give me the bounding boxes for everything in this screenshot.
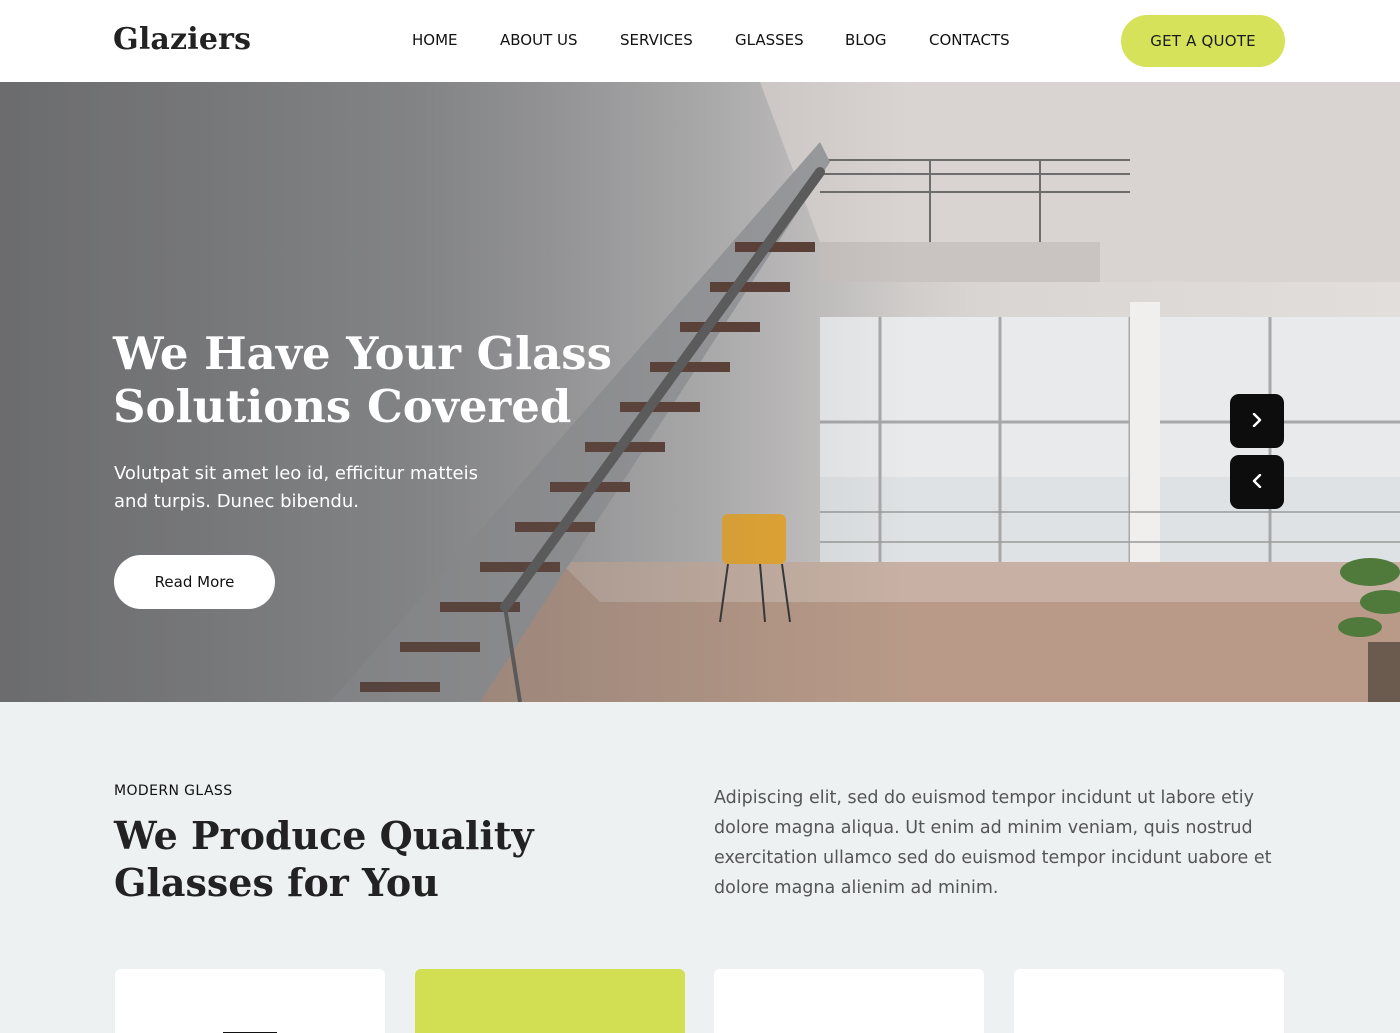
read-more-button[interactable]: Read More <box>114 555 275 609</box>
nav-home[interactable]: HOME <box>412 31 458 49</box>
slider-prev-button[interactable] <box>1230 455 1284 509</box>
section-eyebrow: MODERN GLASS <box>114 783 233 799</box>
get-a-quote-button[interactable]: GET A QUOTE <box>1121 15 1285 67</box>
nav-contacts[interactable]: CONTACTS <box>929 31 1010 49</box>
about-section: MODERN GLASS We Produce Quality Glasses … <box>0 702 1400 1033</box>
nav-glasses[interactable]: GLASSES <box>735 31 804 49</box>
house-glass-icon <box>1141 1027 1157 1033</box>
chevron-right-icon <box>1252 412 1262 431</box>
window-icon <box>223 1027 277 1033</box>
hero-title: We Have Your Glass Solutions Covered <box>113 327 612 433</box>
chevron-left-icon <box>1252 473 1262 492</box>
feature-card[interactable] <box>1014 969 1284 1033</box>
section-title: We Produce Quality Glasses for You <box>114 813 534 905</box>
site-header: Glaziers HOME ABOUT US SERVICES GLASSES … <box>0 0 1400 82</box>
circle-glass-icon <box>530 1027 570 1033</box>
hero-subtitle: Volutpat sit amet leo id, efficitur matt… <box>114 463 478 512</box>
site-logo[interactable]: Glaziers <box>113 22 251 57</box>
nav-blog[interactable]: BLOG <box>845 31 887 49</box>
slider-next-button[interactable] <box>1230 394 1284 448</box>
arc-glass-icon <box>819 1027 879 1033</box>
hero-slider: We Have Your Glass Solutions Covered Vol… <box>0 82 1400 702</box>
nav-about-us[interactable]: ABOUT US <box>500 31 578 49</box>
feature-card[interactable] <box>714 969 984 1033</box>
feature-card-active[interactable] <box>415 969 685 1033</box>
feature-card[interactable] <box>115 969 385 1033</box>
section-description: Adipiscing elit, sed do euismod tempor i… <box>714 788 1272 898</box>
nav-services[interactable]: SERVICES <box>620 31 693 49</box>
